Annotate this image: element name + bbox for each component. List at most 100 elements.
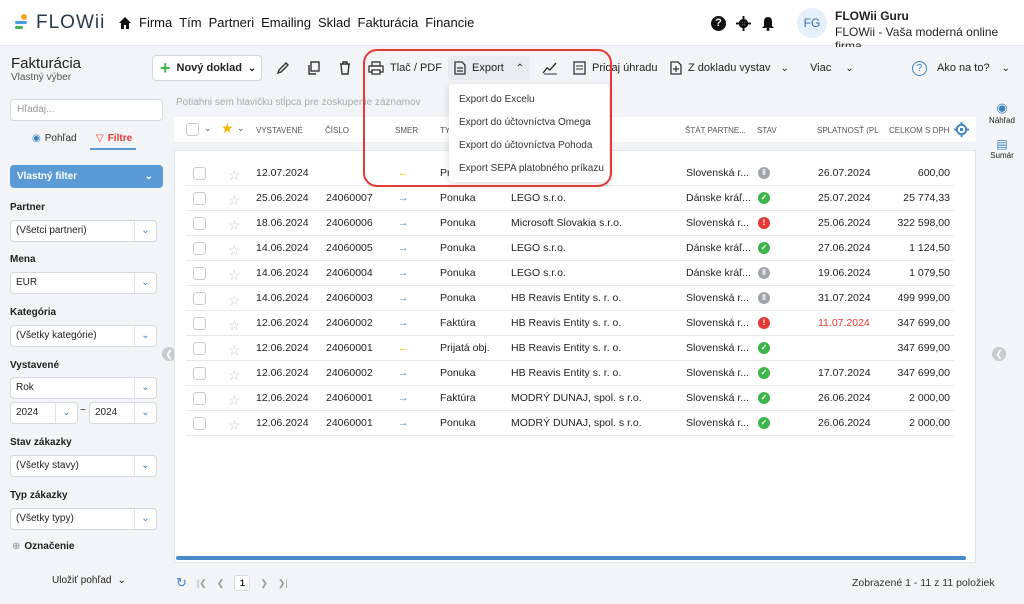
table-row[interactable]: ☆ 25.06.2024 24060007 → Ponuka LEGO s.r.o. Dán… <box>186 186 954 211</box>
more-button[interactable]: Viac ⌄ <box>810 58 854 78</box>
star-icon[interactable]: ☆ <box>228 192 241 209</box>
nav-tim[interactable]: Tím <box>179 15 201 30</box>
table-row[interactable]: ☆ 18.06.2024 24060006 → Ponuka Microsoft Slov… <box>186 211 954 236</box>
table-row[interactable]: ☆ 14.06.2024 24060003 → Ponuka HB Reavis Enti… <box>186 286 954 311</box>
issued-select[interactable]: Rok ⌄ <box>10 377 157 399</box>
select-all-checkbox[interactable] <box>186 123 199 136</box>
help-icon[interactable]: ? <box>711 16 726 31</box>
table-row[interactable]: ☆ 12.06.2024 24060002 → Ponuka HB Reavis Enti… <box>186 361 954 386</box>
row-checkbox[interactable] <box>193 342 206 355</box>
scrollbar-thumb[interactable] <box>176 556 966 560</box>
col-number[interactable]: ČÍSLO <box>325 126 349 135</box>
from-doc-button[interactable]: Z dokladu vystav ⌄ <box>670 58 789 78</box>
table-row[interactable]: ☆ 14.06.2024 24060004 → Ponuka LEGO s.r.o. Dán… <box>186 261 954 286</box>
star-icon[interactable]: ☆ <box>228 367 241 384</box>
row-checkbox[interactable] <box>193 292 206 305</box>
table-row[interactable]: ☆ 12.06.2024 24060001 → Faktúra MODRÝ DUNAJ, … <box>186 386 954 411</box>
chevron-down-icon[interactable]: ⌄ <box>204 123 212 134</box>
row-checkbox[interactable] <box>193 192 206 205</box>
star-icon[interactable]: ☆ <box>228 417 241 434</box>
custom-filter-select[interactable]: Vlastný filter ⌄ <box>10 165 163 188</box>
chart-icon[interactable] <box>541 59 559 77</box>
summary-button[interactable]: ▤ Sumár <box>985 137 1019 160</box>
table-row[interactable]: ☆ 12.06.2024 24060001 → Ponuka MODRÝ DUNAJ, s… <box>186 411 954 436</box>
home-icon[interactable] <box>118 16 132 30</box>
add-payment-button[interactable]: Pridaj úhradu <box>573 58 657 78</box>
table-row[interactable]: ☆ 12.06.2024 24060001 ← Prijatá obj. HB Reavi… <box>186 336 954 361</box>
avatar[interactable]: FG <box>797 8 827 38</box>
col-due[interactable]: SPLATNOSŤ (PL <box>817 126 879 135</box>
order-type-select[interactable]: (Všetky typy) ⌄ <box>10 508 157 530</box>
gear-icon[interactable] <box>736 16 751 31</box>
row-checkbox[interactable] <box>193 217 206 230</box>
table-row[interactable]: ☆ 12.06.2024 24060002 → Faktúra HB Reavis Ent… <box>186 311 954 336</box>
export-sepa-item[interactable]: Export SEPA platobného príkazu <box>449 157 609 180</box>
star-icon[interactable]: ☆ <box>228 242 241 259</box>
last-page-icon[interactable]: ❯| <box>278 578 288 589</box>
bell-icon[interactable] <box>761 16 775 31</box>
row-checkbox[interactable] <box>193 417 206 430</box>
search-input[interactable]: Hľadaj... <box>10 99 163 121</box>
col-direction[interactable]: SMER <box>395 126 418 135</box>
chevron-down-icon[interactable]: ⌄ <box>237 123 245 134</box>
print-button[interactable]: Tlač / PDF <box>368 58 442 78</box>
nav-firma[interactable]: Firma <box>139 15 172 30</box>
star-icon[interactable]: ☆ <box>228 267 241 284</box>
nav-fakturacia[interactable]: Fakturácia <box>358 15 419 30</box>
horizontal-scrollbar[interactable] <box>176 556 966 560</box>
category-label: Kategória <box>10 307 57 318</box>
gear-icon[interactable] <box>954 122 969 137</box>
col-total[interactable]: CELKOM S DPH <box>889 126 949 135</box>
nav-financie[interactable]: Financie <box>425 15 474 30</box>
row-checkbox[interactable] <box>193 267 206 280</box>
preview-button[interactable]: ◉ Náhľad <box>985 100 1019 125</box>
row-checkbox[interactable] <box>193 392 206 405</box>
new-doc-button[interactable]: + Nový doklad ⌄ <box>152 55 262 81</box>
refresh-icon[interactable]: ↻ <box>176 575 187 591</box>
category-select[interactable]: (Všetky kategórie) ⌄ <box>10 325 157 347</box>
star-icon[interactable]: ★ <box>221 120 234 137</box>
save-view-button[interactable]: Uložiť pohľad ⌄ <box>52 575 126 586</box>
marking-toggle[interactable]: ⊕ Označenie <box>12 541 74 552</box>
nav-emailing[interactable]: Emailing <box>261 15 311 30</box>
star-icon[interactable]: ☆ <box>228 292 241 309</box>
col-status[interactable]: STAV <box>757 126 777 135</box>
export-excel-item[interactable]: Export do Excelu <box>449 88 609 111</box>
row-checkbox[interactable] <box>193 167 206 180</box>
star-icon[interactable]: ☆ <box>228 317 241 334</box>
first-page-icon[interactable]: |❮ <box>197 578 207 589</box>
edit-icon[interactable] <box>274 59 292 77</box>
collapse-right-icon[interactable]: ❮ <box>992 347 1006 361</box>
partner-select[interactable]: (Všetci partneri) ⌄ <box>10 220 157 242</box>
logo[interactable]: FLOWii <box>12 12 105 34</box>
export-omega-item[interactable]: Export do účtovníctva Omega <box>449 111 609 134</box>
tab-filters[interactable]: ▽ Filtre <box>90 133 137 150</box>
nav-partneri[interactable]: Partneri <box>209 15 255 30</box>
next-page-icon[interactable]: ❯ <box>260 578 268 589</box>
page-number[interactable]: 1 <box>234 575 251 591</box>
trash-icon[interactable] <box>336 59 354 77</box>
star-icon[interactable]: ☆ <box>228 392 241 409</box>
year-to-select[interactable]: 2024 ⌄ <box>89 402 157 424</box>
tab-view[interactable]: ◉ Pohľad <box>32 133 77 144</box>
row-checkbox[interactable] <box>193 367 206 380</box>
nav-sklad[interactable]: Sklad <box>318 15 351 30</box>
year-from-select[interactable]: 2024 ⌄ <box>10 402 78 424</box>
prev-page-icon[interactable]: ❮ <box>217 578 225 589</box>
col-country[interactable]: ŠTÁT PARTNE... <box>685 126 746 135</box>
order-status-select[interactable]: (Všetky stavy) ⌄ <box>10 455 157 477</box>
row-checkbox[interactable] <box>193 242 206 255</box>
help-guide-button[interactable]: ? Ako na to? ⌄ <box>912 58 1010 78</box>
col-issued[interactable]: VYSTAVENÉ <box>256 126 303 135</box>
row-checkbox[interactable] <box>193 317 206 330</box>
star-icon[interactable]: ☆ <box>228 342 241 359</box>
star-icon[interactable]: ☆ <box>228 167 241 184</box>
export-button[interactable]: Export ⌃ <box>448 56 530 80</box>
star-icon[interactable]: ☆ <box>228 217 241 234</box>
table-row[interactable]: ☆ 14.06.2024 24060005 → Ponuka LEGO s.r.o. Dán… <box>186 236 954 261</box>
copy-icon[interactable] <box>305 59 323 77</box>
chevron-down-icon: ⌄ <box>134 326 156 346</box>
user-name[interactable]: FLOWii Guru <box>835 9 909 23</box>
currency-select[interactable]: EUR ⌄ <box>10 272 157 294</box>
export-pohoda-item[interactable]: Export do účtovníctva Pohoda <box>449 134 609 157</box>
